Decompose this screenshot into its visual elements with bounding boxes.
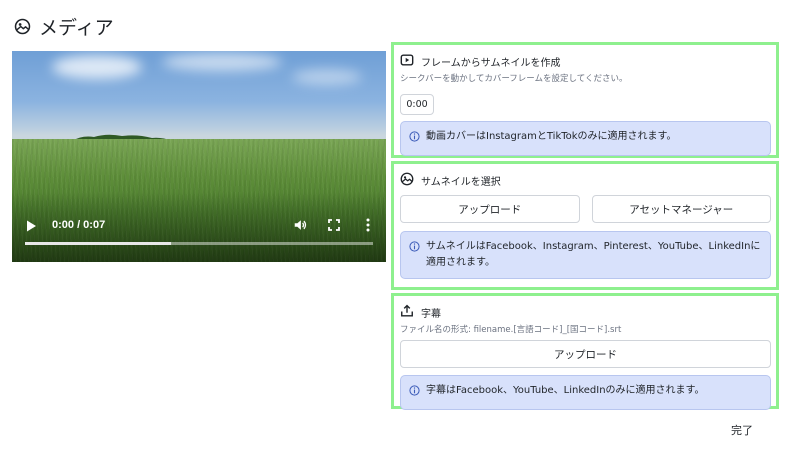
play-icon — [400, 52, 414, 71]
video-time: 0:00 / 0:07 — [52, 219, 106, 231]
video-cloud — [162, 53, 282, 71]
info-icon — [409, 241, 420, 258]
volume-icon[interactable] — [292, 217, 308, 233]
subtitle-button-row: アップロード — [400, 340, 771, 368]
video-cloud — [292, 69, 362, 85]
info-icon — [409, 131, 420, 148]
page-title: メディア — [14, 14, 114, 39]
subtitle-upload-button[interactable]: アップロード — [400, 340, 771, 368]
done-button[interactable]: 完了 — [731, 422, 753, 438]
subtitle-info-banner: 字幕はFacebook、YouTube、LinkedInのみに適用されます。 — [400, 375, 771, 410]
play-icon[interactable] — [24, 218, 38, 232]
subtitle-info-text: 字幕はFacebook、YouTube、LinkedInのみに適用されます。 — [426, 385, 705, 396]
more-icon[interactable] — [360, 217, 376, 233]
thumbnail-select-panel: サムネイルを選択 アップロード アセットマネージャー サムネイルはFaceboo… — [391, 161, 779, 290]
thumbnail-panel-title: サムネイルを選択 — [421, 176, 501, 188]
subtitle-panel: 字幕 ファイル名の形式: filename.[言語コード]_[国コード].srt… — [391, 293, 779, 410]
video-seek-bar[interactable] — [25, 242, 373, 245]
frame-info-text: 動画カバーはInstagramとTikTokのみに適用されます。 — [426, 131, 677, 142]
video-cloud — [52, 55, 142, 79]
frame-panel-subtitle: シークバーを動かしてカバーフレームを設定してください。 — [400, 74, 628, 84]
video-player[interactable]: 0:00 / 0:07 — [12, 51, 386, 262]
frame-panel-title: フレームからサムネイルを作成 — [421, 57, 561, 69]
upload-icon — [400, 303, 414, 322]
thumbnail-upload-button[interactable]: アップロード — [400, 195, 580, 223]
thumbnail-info-text: サムネイルはFacebook、Instagram、Pinterest、YouTu… — [426, 241, 761, 268]
asset-manager-button[interactable]: アセットマネージャー — [591, 195, 771, 223]
image-icon — [14, 18, 31, 35]
subtitle-panel-header: 字幕 — [400, 304, 771, 320]
subtitle-panel-title: 字幕 — [421, 308, 441, 320]
frame-info-banner: 動画カバーはInstagramとTikTokのみに適用されます。 — [400, 121, 771, 156]
frame-thumbnail-panel: フレームからサムネイルを作成 シークバーを動かしてカバーフレームを設定してくださ… — [391, 42, 779, 158]
thumbnail-panel-header: サムネイルを選択 — [400, 172, 771, 188]
subtitle-panel-subtitle: ファイル名の形式: filename.[言語コード]_[国コード].srt — [400, 325, 622, 335]
info-icon — [409, 385, 420, 402]
thumbnail-info-banner: サムネイルはFacebook、Instagram、Pinterest、YouTu… — [400, 231, 771, 279]
video-seek-progress — [25, 242, 172, 245]
fullscreen-icon[interactable] — [326, 217, 342, 233]
frame-time-input[interactable]: 0:00 — [400, 94, 434, 115]
image-icon — [400, 171, 414, 190]
page-title-text: メディア — [39, 16, 114, 39]
frame-panel-header: フレームからサムネイルを作成 — [400, 53, 771, 69]
thumbnail-button-row: アップロード アセットマネージャー — [400, 195, 771, 223]
video-controls: 0:00 / 0:07 — [12, 211, 386, 239]
